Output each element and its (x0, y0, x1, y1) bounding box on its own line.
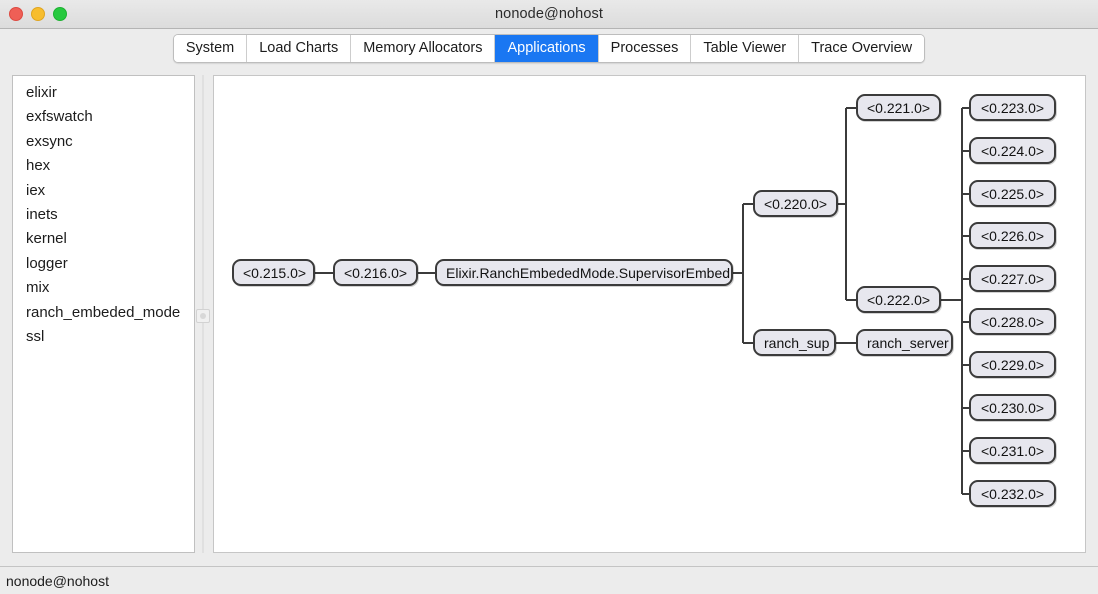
edge-trunk-n224 (962, 149, 969, 152)
edge-trunk-n228 (962, 320, 969, 323)
edge-trunk-n223 (962, 106, 969, 109)
window-controls (9, 0, 67, 28)
tree-node[interactable]: <0.227.0> (969, 265, 1056, 292)
tree-node[interactable]: <0.229.0> (969, 351, 1056, 378)
titlebar: nonode@nohost (0, 0, 1098, 29)
edge-216-supervisor (418, 271, 435, 274)
splitter-grip-handle[interactable] (196, 309, 210, 323)
tree-node[interactable]: ranch_sup (753, 329, 836, 356)
edge-trunk-221 (846, 106, 856, 109)
edge-trunk-220 (743, 202, 753, 205)
tree-node[interactable]: <0.216.0> (333, 259, 418, 286)
edge-trunk-n230 (962, 406, 969, 409)
app-window: nonode@nohost System Load Charts Memory Al… (0, 0, 1098, 594)
tab-applications[interactable]: Applications (495, 34, 599, 62)
main-content: elixir exfswatch exsync hex iex inets kernel lo… (0, 67, 1098, 566)
application-list[interactable]: elixir exfswatch exsync hex iex inets kernel lo… (12, 75, 195, 553)
tree-node[interactable]: <0.224.0> (969, 137, 1056, 164)
tree-node[interactable]: <0.232.0> (969, 480, 1056, 507)
tabbar: System Load Charts Memory Allocators Applic… (172, 33, 926, 63)
edge-215-216 (315, 271, 333, 274)
application-tree-panel[interactable]: <0.215.0> <0.216.0> Elixir.RanchEmbededMod… (213, 75, 1086, 553)
tree-node[interactable]: <0.215.0> (232, 259, 315, 286)
sidebar-item-ssl[interactable]: ssl (13, 325, 194, 349)
window-title: nonode@nohost (495, 6, 603, 22)
sidebar-column: elixir exfswatch exsync hex iex inets kernel lo… (12, 75, 195, 566)
minimize-button-icon[interactable] (31, 7, 45, 21)
sidebar-item-iex[interactable]: iex (13, 179, 194, 203)
tree-node[interactable]: <0.231.0> (969, 437, 1056, 464)
tree-canvas: <0.215.0> <0.216.0> Elixir.RanchEmbededMod… (214, 76, 1085, 552)
tree-node[interactable]: <0.221.0> (856, 94, 941, 121)
sidebar-item-kernel[interactable]: kernel (13, 227, 194, 251)
edge-trunk-2 (845, 107, 847, 300)
tree-node[interactable]: <0.226.0> (969, 222, 1056, 249)
edge-trunk-ranchsup (743, 341, 753, 344)
sidebar-item-ranch_embeded_mode[interactable]: ranch_embeded_mode (13, 301, 194, 325)
sidebar-item-logger[interactable]: logger (13, 252, 194, 276)
sidebar-item-mix[interactable]: mix (13, 276, 194, 300)
tree-node[interactable]: <0.230.0> (969, 394, 1056, 421)
maximize-button-icon[interactable] (53, 7, 67, 21)
tree-node[interactable]: <0.225.0> (969, 180, 1056, 207)
tab-trace-overview[interactable]: Trace Overview (799, 34, 925, 62)
tree-node[interactable]: <0.228.0> (969, 308, 1056, 335)
tree-node[interactable]: Elixir.RanchEmbededMode.SupervisorEmbed (435, 259, 733, 286)
sidebar-item-exsync[interactable]: exsync (13, 130, 194, 154)
close-button-icon[interactable] (9, 7, 23, 21)
sidebar-item-exfswatch[interactable]: exfswatch (13, 105, 194, 129)
edge-trunk-n229 (962, 363, 969, 366)
edge-trunk-n232 (962, 492, 969, 495)
edge-ranchsup-ranchserver (836, 341, 856, 344)
tabbar-container: System Load Charts Memory Allocators Applic… (0, 29, 1098, 67)
edge-222-trunk (941, 298, 962, 301)
tab-memory-allocators[interactable]: Memory Allocators (351, 34, 496, 62)
edge-trunk-n226 (962, 234, 969, 237)
tab-table-viewer[interactable]: Table Viewer (691, 34, 800, 62)
sidebar-item-inets[interactable]: inets (13, 203, 194, 227)
sidebar-item-elixir[interactable]: elixir (13, 81, 194, 105)
edge-trunk-1 (742, 203, 744, 343)
tab-system[interactable]: System (173, 34, 248, 62)
tree-node[interactable]: <0.222.0> (856, 286, 941, 313)
panel-splitter[interactable] (195, 75, 213, 553)
statusbar: nonode@nohost (0, 566, 1098, 594)
edge-trunk-n231 (962, 449, 969, 452)
edge-trunk-222 (846, 298, 856, 301)
tab-processes[interactable]: Processes (598, 34, 692, 62)
sidebar-item-hex[interactable]: hex (13, 154, 194, 178)
tab-load-charts[interactable]: Load Charts (247, 34, 352, 62)
tree-node[interactable]: <0.220.0> (753, 190, 838, 217)
tree-node[interactable]: <0.223.0> (969, 94, 1056, 121)
statusbar-node-label: nonode@nohost (6, 572, 109, 589)
edge-trunk-n227 (962, 277, 969, 280)
edge-trunk-n225 (962, 192, 969, 195)
edge-trunk-3 (961, 107, 963, 494)
tree-node[interactable]: ranch_server (856, 329, 953, 356)
